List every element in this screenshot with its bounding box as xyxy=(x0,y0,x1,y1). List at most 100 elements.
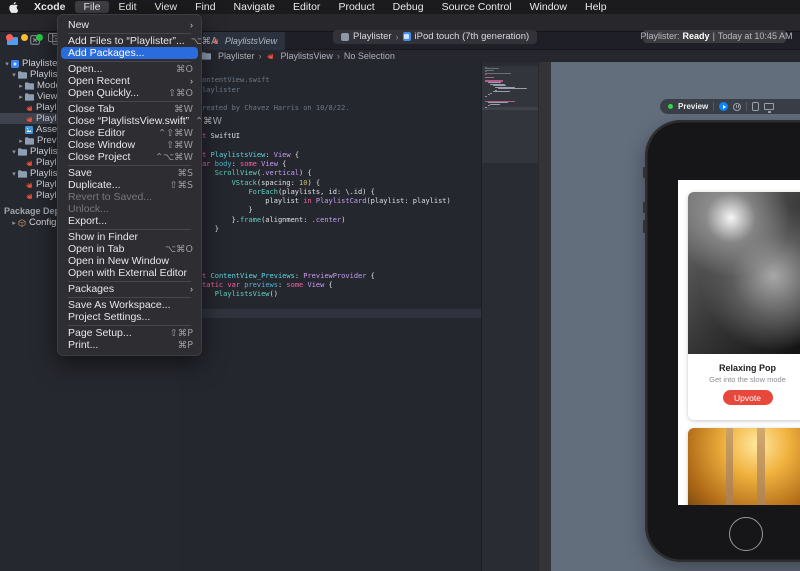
code-line-17[interactable]: }.frame(alignment: .center) xyxy=(178,216,481,225)
menubar-item-help[interactable]: Help xyxy=(576,1,616,13)
code-line-19[interactable]: } xyxy=(178,234,481,243)
code-line-4[interactable]: // xyxy=(178,95,481,104)
code-line-18[interactable]: } xyxy=(178,225,481,234)
code-line-5[interactable]: // Created by Chavez Harris on 10/8/22. xyxy=(178,104,481,113)
menu-item-add-packages[interactable]: Add Packages... xyxy=(61,47,198,59)
submenu-arrow-icon: › xyxy=(190,76,193,86)
menu-item-close-tab[interactable]: Close Tab ⌘W xyxy=(58,103,201,115)
device-volume-down-button xyxy=(643,220,646,233)
swift-icon xyxy=(25,159,33,167)
scheme-selector[interactable]: Playlister › iPod touch (7th generation) xyxy=(333,29,538,44)
disclosure-open-icon[interactable]: ▾ xyxy=(10,170,18,178)
code-line-25[interactable]: PlaylistsView() xyxy=(178,290,481,299)
crumb-selection[interactable]: No Selection xyxy=(344,51,395,61)
menu-item-close-window[interactable]: Close Window ⇧⌘W xyxy=(58,139,201,151)
menu-item-export[interactable]: Export... xyxy=(58,215,201,227)
preview-toolbar: Preview xyxy=(660,99,800,114)
disclosure-open-icon[interactable]: ▾ xyxy=(3,60,11,68)
source-editor[interactable]: //// ContentView.swift// Playlister//// … xyxy=(178,62,481,571)
menu-item-new[interactable]: New › xyxy=(58,19,201,31)
menu-item-close-project[interactable]: Close Project ⌃⌥⌘W xyxy=(58,151,201,163)
zoom-window-button[interactable] xyxy=(36,33,43,41)
apple-menu-icon[interactable] xyxy=(0,1,25,13)
close-window-button[interactable] xyxy=(6,33,13,41)
menubar-item-view[interactable]: View xyxy=(146,1,187,13)
menu-separator xyxy=(68,296,191,298)
preview-status-dot xyxy=(668,104,673,109)
code-line-2[interactable]: // ContentView.swift xyxy=(178,76,481,85)
menu-item-close-editor[interactable]: Close Editor ⌃⇧⌘W xyxy=(58,127,201,139)
crumb-file[interactable]: PlaylistsView xyxy=(281,51,333,61)
menubar-item-product[interactable]: Product xyxy=(329,1,383,13)
upvote-button[interactable]: Upvote xyxy=(722,390,773,405)
disclosure-closed-icon[interactable]: ▸ xyxy=(10,219,18,227)
code-line-8[interactable]: import SwiftUI xyxy=(178,132,481,141)
disclosure-closed-icon[interactable]: ▸ xyxy=(17,93,25,101)
code-line-23[interactable]: struct ContentView_Previews: PreviewProv… xyxy=(178,272,481,281)
menu-item-open-recent[interactable]: Open Recent › xyxy=(58,75,201,87)
menu-item-open-in-tab[interactable]: Open in Tab ⌥⌘O xyxy=(58,243,201,255)
package-icon xyxy=(18,218,26,227)
menu-item-close-playlistsview-swift[interactable]: Close “PlaylistsView.swift” ⌃⌘W xyxy=(58,115,222,127)
disclosure-open-icon[interactable]: ▾ xyxy=(10,148,18,156)
menu-item-save-as-workspace[interactable]: Save As Workspace... xyxy=(58,299,201,311)
code-line-12[interactable]: ScrollView(.vertical) { xyxy=(178,169,481,178)
menubar-item-navigate[interactable]: Navigate xyxy=(225,1,284,13)
disclosure-open-icon[interactable]: ▾ xyxy=(10,71,18,79)
minimize-window-button[interactable] xyxy=(21,33,28,41)
code-line-21[interactable] xyxy=(178,253,481,262)
menu-item-add-files-to-playlister[interactable]: Add Files to “Playlister”... ⌥⌘A xyxy=(58,35,218,47)
jump-bar[interactable]: Playlister › PlaylistsView › No Selectio… xyxy=(178,50,800,62)
menu-item-project-settings[interactable]: Project Settings... xyxy=(58,311,201,323)
device-settings-icon[interactable] xyxy=(764,103,775,113)
code-line-27[interactable]: } xyxy=(178,308,481,319)
crumb-project[interactable]: Playlister xyxy=(218,51,255,61)
menu-item-packages[interactable]: Packages › xyxy=(58,283,201,295)
menubar-item-find[interactable]: Find xyxy=(186,1,224,13)
menubar-app-name[interactable]: Xcode xyxy=(25,0,75,14)
menubar-item-edit[interactable]: Edit xyxy=(109,1,145,13)
editor-canvas-divider[interactable] xyxy=(538,62,551,571)
code-line-14[interactable]: ForEach(playlists, id: \.id) { xyxy=(178,188,481,197)
folder-icon xyxy=(25,92,34,101)
code-line-1[interactable]: // xyxy=(178,67,481,76)
code-line-9[interactable] xyxy=(178,141,481,150)
code-line-11[interactable]: var body: some View { xyxy=(178,160,481,169)
code-line-16[interactable]: } xyxy=(178,206,481,215)
code-line-10[interactable]: struct PlaylistsView: View { xyxy=(178,151,481,160)
menu-item-print[interactable]: Print... ⌘P xyxy=(58,339,201,351)
editor-minimap[interactable] xyxy=(481,62,539,571)
menu-item-open-quickly[interactable]: Open Quickly... ⇧⌘O xyxy=(58,87,201,99)
code-line-7[interactable] xyxy=(178,123,481,132)
code-line-22[interactable] xyxy=(178,262,481,271)
pause-circle-icon[interactable] xyxy=(733,102,742,111)
menu-item-open-with-external-editor[interactable]: Open with External Editor xyxy=(58,267,201,279)
menu-item-save[interactable]: Save ⌘S xyxy=(58,167,201,179)
code-line-20[interactable]: } xyxy=(178,244,481,253)
code-line-24[interactable]: static var previews: some View { xyxy=(178,281,481,290)
code-line-26[interactable]: } xyxy=(178,299,481,308)
minimap-line xyxy=(485,106,487,108)
minimap-line xyxy=(485,68,499,70)
menubar-item-debug[interactable]: Debug xyxy=(384,1,433,13)
activity-status: Playlister: Ready | Today at 10:45 AM xyxy=(640,29,793,43)
menu-item-show-in-finder[interactable]: Show in Finder xyxy=(58,231,201,243)
code-line-6[interactable]: // xyxy=(178,113,481,122)
menubar-item-editor[interactable]: Editor xyxy=(284,1,329,13)
menu-item-page-setup[interactable]: Page Setup... ⇧⌘P xyxy=(58,327,201,339)
code-line-3[interactable]: // Playlister xyxy=(178,86,481,95)
disclosure-closed-icon[interactable]: ▸ xyxy=(17,82,25,90)
menu-item-open-in-new-window[interactable]: Open in New Window xyxy=(58,255,201,267)
scheme-app-icon xyxy=(341,32,349,41)
code-line-15[interactable]: playlist in PlaylistCard(playlist: playl… xyxy=(178,197,481,206)
menu-item-open[interactable]: Open... ⌘O xyxy=(58,63,201,75)
preview-on-device-icon[interactable] xyxy=(752,102,760,111)
live-preview-icon[interactable] xyxy=(719,102,729,111)
menubar-item-source-control[interactable]: Source Control xyxy=(433,1,521,13)
menubar-item-file[interactable]: File xyxy=(74,1,110,13)
menu-separator xyxy=(68,280,191,282)
menu-item-duplicate[interactable]: Duplicate... ⇧⌘S xyxy=(58,179,201,191)
code-line-13[interactable]: VStack(spacing: 10) { xyxy=(178,179,481,188)
menubar-item-window[interactable]: Window xyxy=(521,1,576,13)
disclosure-closed-icon[interactable]: ▸ xyxy=(17,137,25,145)
